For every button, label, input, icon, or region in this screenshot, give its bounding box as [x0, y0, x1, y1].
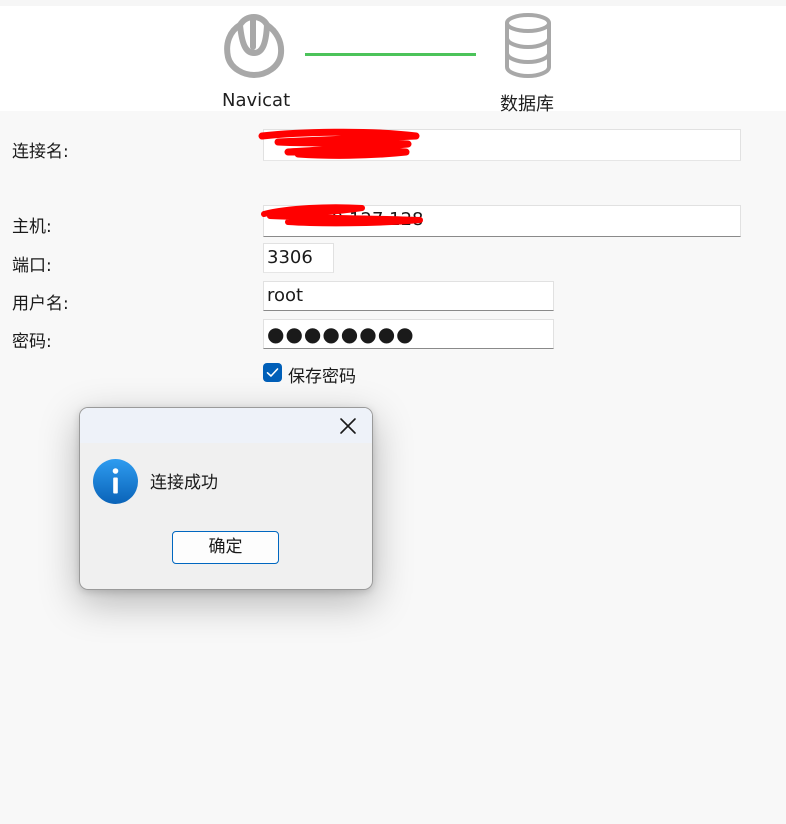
- close-icon[interactable]: [338, 416, 358, 436]
- connection-name-label: 连接名:: [12, 142, 69, 162]
- info-icon: [93, 459, 138, 504]
- host-field[interactable]: 169.127.128: [263, 205, 741, 237]
- username-label: 用户名:: [12, 294, 69, 314]
- connection-success-dialog: 连接成功 确定: [79, 407, 373, 590]
- port-label: 端口:: [12, 256, 52, 276]
- connection-header: Navicat 数据库: [0, 6, 786, 115]
- connection-line: [305, 53, 476, 56]
- dialog-titlebar: [80, 408, 372, 443]
- save-password-label[interactable]: 保存密码: [288, 362, 356, 387]
- navicat-label: Navicat: [222, 90, 291, 111]
- connection-name-field[interactable]: [263, 129, 741, 161]
- ok-button[interactable]: 确定: [172, 531, 279, 564]
- navicat-logo-icon: [224, 14, 285, 79]
- dialog-message: 连接成功: [150, 473, 218, 493]
- port-field[interactable]: 3306: [263, 243, 334, 273]
- database-label: 数据库: [500, 94, 554, 115]
- password-field[interactable]: ●●●●●●●●: [263, 319, 554, 349]
- host-label: 主机:: [12, 217, 52, 237]
- save-password-checkbox[interactable]: [263, 363, 282, 382]
- username-field[interactable]: root: [263, 281, 554, 311]
- checkmark-icon: [266, 368, 279, 377]
- password-label: 密码:: [12, 332, 52, 352]
- database-icon: [505, 13, 551, 78]
- host-value: 169.127.128: [309, 209, 424, 230]
